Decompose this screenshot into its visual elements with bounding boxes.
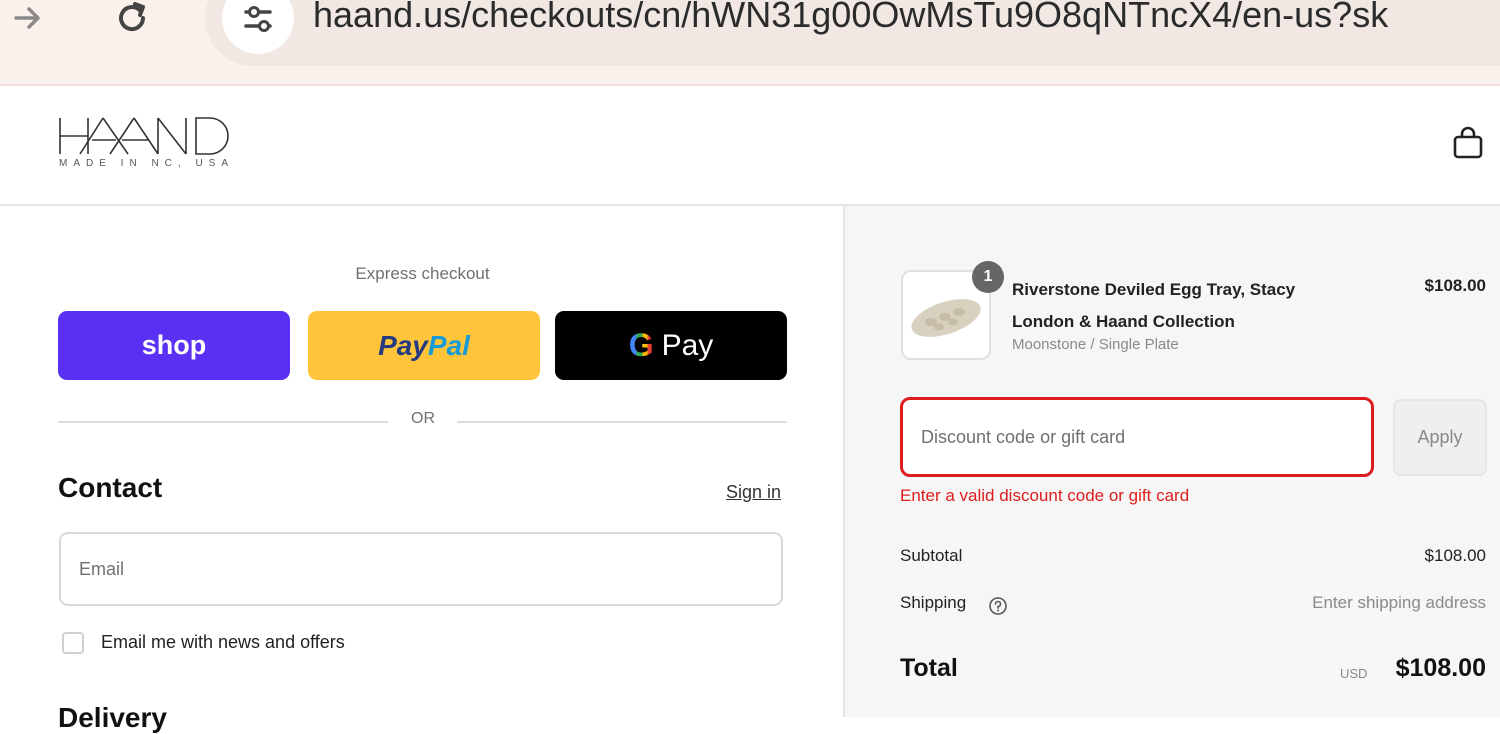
shop-pay-label: shop	[141, 330, 207, 360]
quantity-badge: 1	[972, 261, 1004, 293]
subtotal-label: Subtotal	[900, 546, 963, 565]
shop-pay-button[interactable]: shop	[58, 311, 290, 380]
product-price: $108.00	[1424, 276, 1486, 295]
site-header: MADE IN NC, USA	[0, 86, 1500, 206]
logo-tagline: MADE IN NC, USA	[59, 158, 235, 169]
discount-input[interactable]	[903, 400, 1371, 474]
divider	[457, 421, 787, 423]
divider	[58, 421, 388, 423]
discount-field[interactable]	[900, 397, 1374, 477]
google-pay-label: Pay	[661, 328, 714, 362]
express-checkout-label: Express checkout	[355, 264, 490, 283]
delivery-heading: Delivery	[58, 702, 167, 733]
product-name: Riverstone Deviled Egg Tray, Stacy Londo…	[1012, 280, 1296, 331]
reload-icon[interactable]	[110, 0, 154, 36]
paypal-label-pal: Pal	[427, 329, 470, 361]
email-input[interactable]	[61, 534, 781, 604]
forward-icon[interactable]	[8, 0, 48, 36]
shipping-value: Enter shipping address	[1312, 593, 1486, 612]
subtotal-value: $108.00	[1424, 546, 1486, 565]
shopping-bag-icon[interactable]	[1452, 126, 1484, 165]
haand-logo[interactable]	[58, 116, 233, 161]
checkout-form: Express checkout shop Pay Pal G Pay OR Co…	[0, 206, 843, 733]
order-summary: 1 Riverstone Deviled Egg Tray, Stacy Lon…	[845, 206, 1500, 717]
product-variant: Moonstone / Single Plate	[1012, 336, 1179, 353]
shipping-label: Shipping	[900, 593, 967, 612]
discount-error-message: Enter a valid discount code or gift card	[900, 486, 1190, 505]
or-separator: OR	[411, 410, 435, 427]
newsletter-label: Email me with news and offers	[101, 632, 345, 652]
total-label: Total	[900, 654, 958, 682]
paypal-button[interactable]: Pay Pal	[308, 311, 540, 380]
currency-code: USD	[1340, 666, 1368, 681]
newsletter-checkbox[interactable]	[62, 632, 84, 654]
contact-heading: Contact	[58, 472, 163, 503]
apply-button[interactable]: Apply	[1393, 399, 1487, 476]
paypal-label-pay: Pay	[378, 329, 428, 361]
browser-toolbar: haand.us/checkouts/cn/hWN31g00OwMsTu9O8q…	[0, 0, 1500, 86]
sign-in-link[interactable]: Sign in	[726, 482, 781, 503]
google-g-icon: G	[628, 327, 654, 363]
google-pay-button[interactable]: G Pay	[555, 311, 787, 380]
email-field[interactable]	[59, 532, 783, 606]
help-icon[interactable]	[988, 596, 1008, 621]
url-text[interactable]: haand.us/checkouts/cn/hWN31g00OwMsTu9O8q…	[313, 0, 1388, 36]
total-value: $108.00	[1395, 654, 1486, 682]
